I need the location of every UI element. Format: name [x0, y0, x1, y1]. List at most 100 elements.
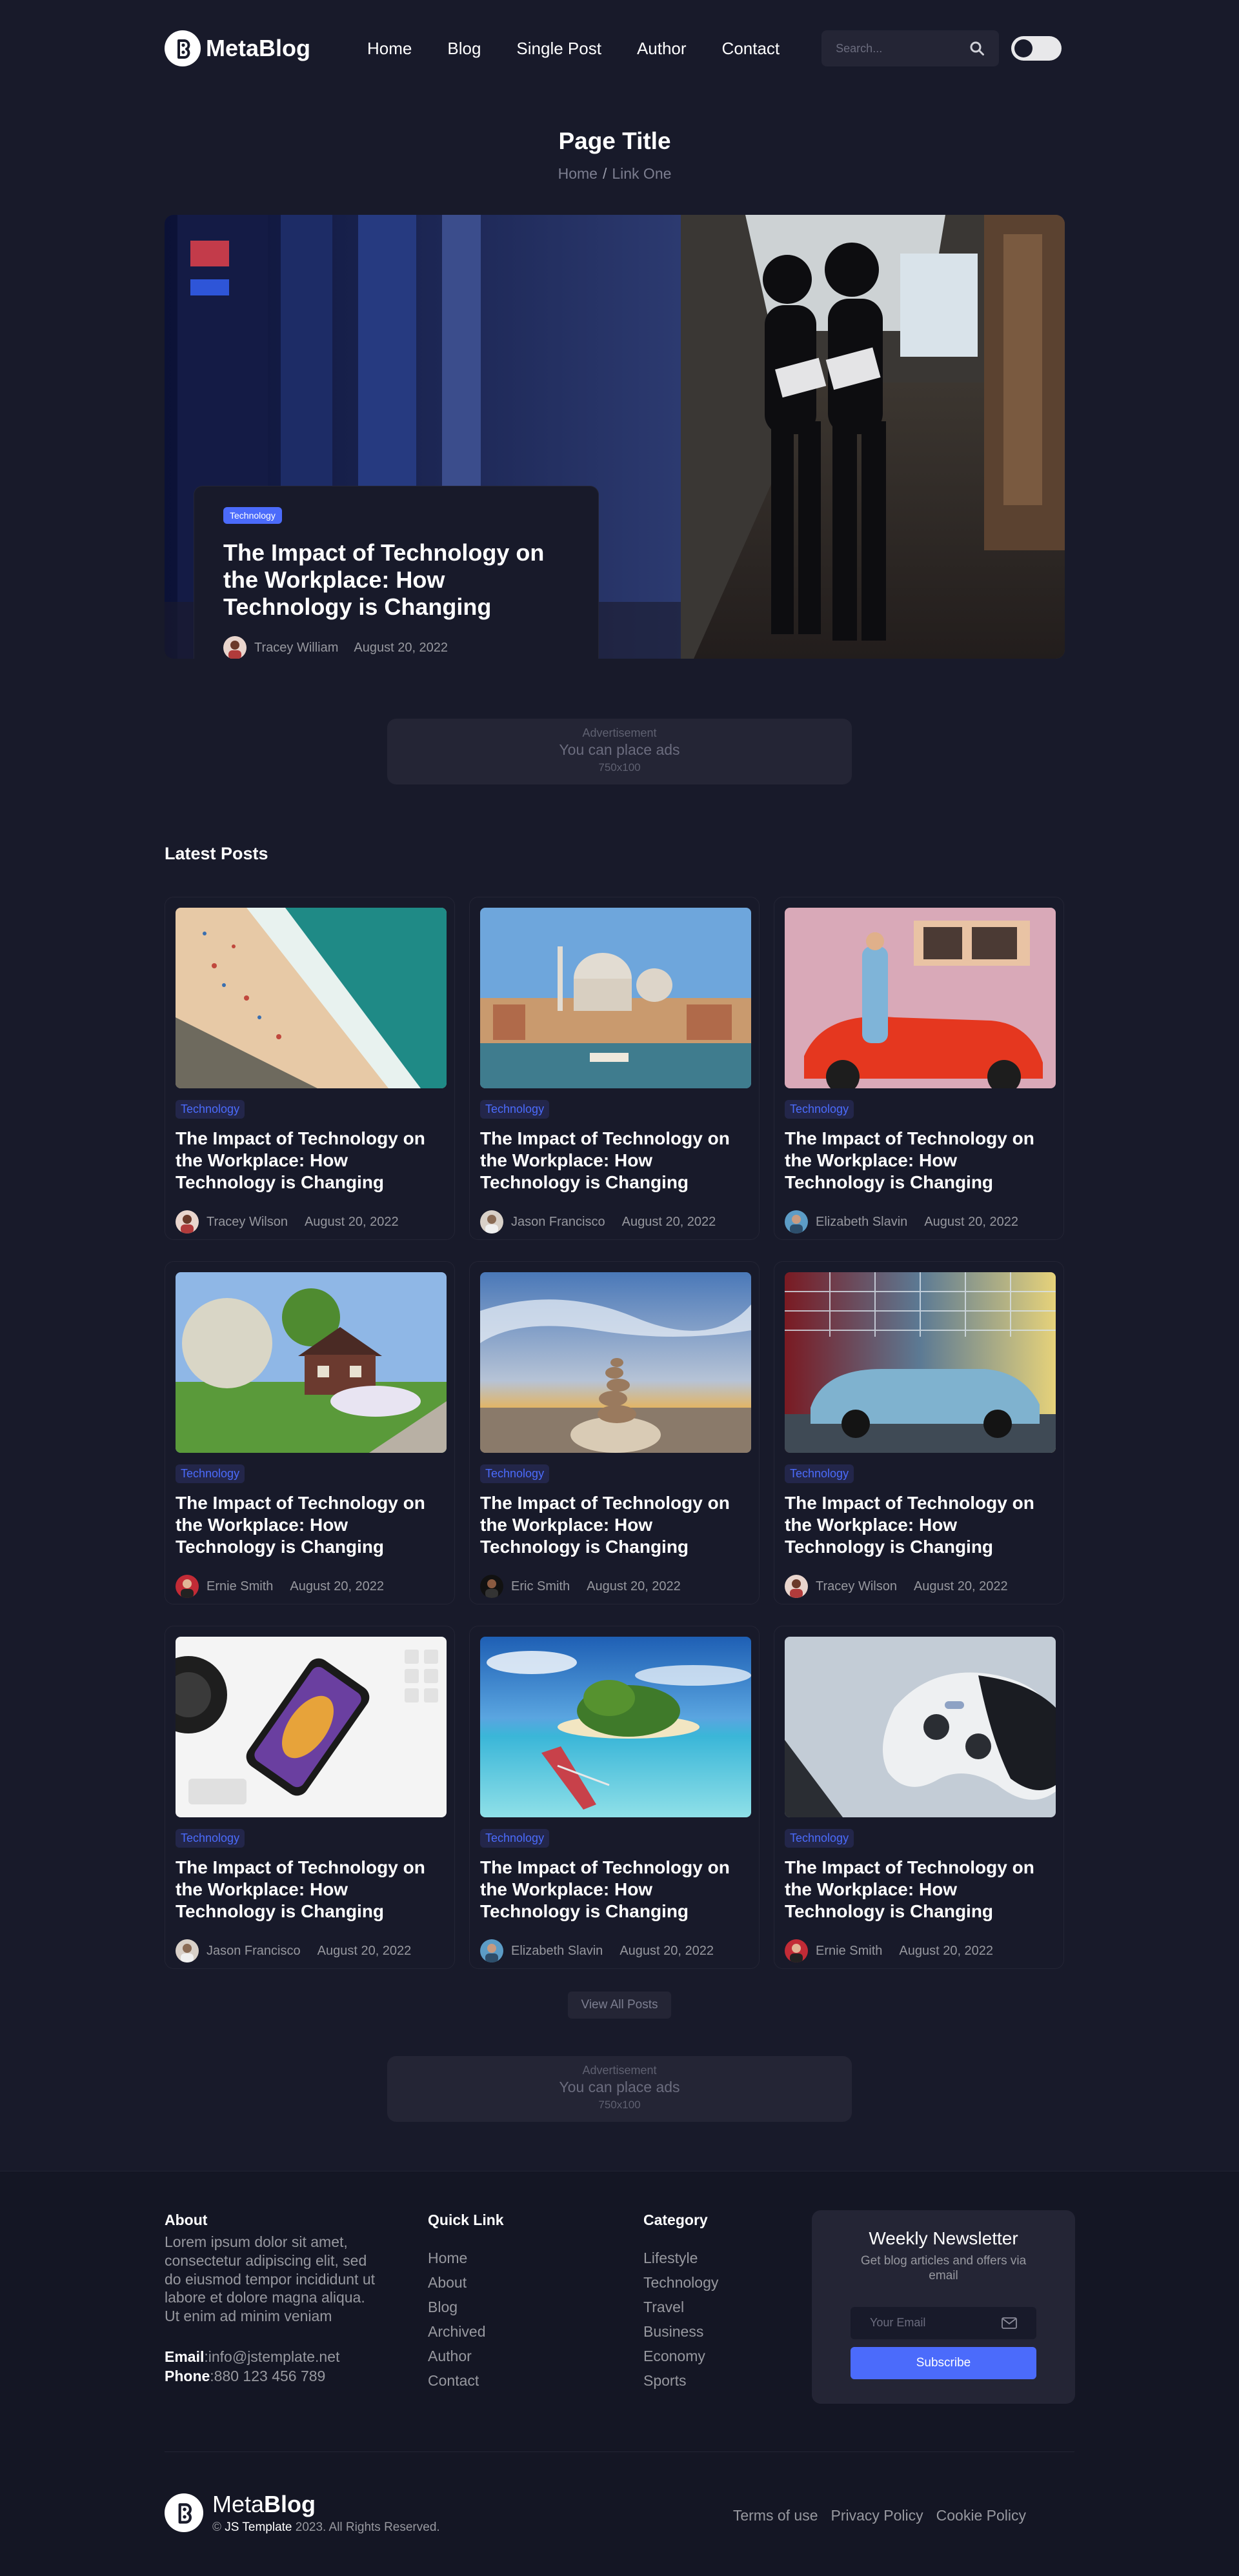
- newsletter-subtitle: Get blog articles and offers via email: [860, 2254, 1027, 2282]
- footer-category-lifestyle[interactable]: Lifestyle: [643, 2246, 718, 2270]
- post-card[interactable]: Technology The Impact of Technology on t…: [774, 897, 1064, 1240]
- footer-about: About Lorem ipsum dolor sit amet, consec…: [165, 2212, 384, 2386]
- email-placeholder: Your Email: [870, 2316, 926, 2330]
- footer-category-travel[interactable]: Travel: [643, 2295, 718, 2319]
- post-meta: Jason Francisco August 20, 2022: [480, 1210, 749, 1234]
- page-header: Page Title Home / Link One: [165, 128, 1065, 183]
- search-input[interactable]: Search...: [821, 30, 1000, 66]
- post-date: August 20, 2022: [587, 1579, 681, 1593]
- post-author[interactable]: Elizabeth Slavin: [511, 1944, 603, 1959]
- footer-link-home[interactable]: Home: [428, 2246, 504, 2270]
- post-meta: Eric Smith August 20, 2022: [480, 1575, 749, 1599]
- post-date: August 20, 2022: [290, 1579, 385, 1593]
- post-card[interactable]: Technology The Impact of Technology on t…: [165, 1626, 455, 1969]
- footer-link-contact[interactable]: Contact: [428, 2368, 504, 2393]
- post-title[interactable]: The Impact of Technology on the Workplac…: [176, 1128, 444, 1193]
- footer-category-sports[interactable]: Sports: [643, 2368, 718, 2393]
- nav-blog[interactable]: Blog: [447, 39, 481, 59]
- terms-link[interactable]: Terms of use: [733, 2507, 818, 2524]
- post-date: August 20, 2022: [899, 1943, 994, 1958]
- footer-category-economy[interactable]: Economy: [643, 2344, 718, 2368]
- post-category[interactable]: Technology: [480, 1464, 550, 1483]
- footer-email[interactable]: :info@jstemplate.net: [204, 2348, 339, 2365]
- nav-contact[interactable]: Contact: [722, 39, 780, 59]
- footer-category-technology[interactable]: Technology: [643, 2270, 718, 2295]
- post-author[interactable]: Jason Francisco: [511, 1215, 605, 1230]
- post-card[interactable]: Technology The Impact of Technology on t…: [774, 1261, 1064, 1604]
- post-title[interactable]: The Impact of Technology on the Workplac…: [480, 1492, 749, 1558]
- brand-logo[interactable]: MetaBlog: [165, 30, 310, 66]
- author-avatar: [223, 636, 247, 659]
- privacy-link[interactable]: Privacy Policy: [831, 2507, 923, 2524]
- post-image[interactable]: [176, 1637, 447, 1817]
- post-title[interactable]: The Impact of Technology on the Workplac…: [176, 1492, 444, 1558]
- post-image[interactable]: [480, 1637, 751, 1817]
- post-image[interactable]: [176, 1272, 447, 1453]
- post-category[interactable]: Technology: [480, 1829, 550, 1848]
- footer-phone[interactable]: :880 123 456 789: [210, 2368, 325, 2384]
- author-avatar: [480, 1210, 503, 1234]
- view-all-posts-button[interactable]: View All Posts: [568, 1992, 671, 2019]
- newsletter-email-input[interactable]: Your Email: [851, 2306, 1036, 2339]
- theme-toggle[interactable]: [1011, 36, 1062, 61]
- cookie-link[interactable]: Cookie Policy: [936, 2507, 1026, 2524]
- footer-quick-links: Quick Link Home About Blog Archived Auth…: [428, 2212, 504, 2393]
- footer-link-author[interactable]: Author: [428, 2344, 504, 2368]
- post-title[interactable]: The Impact of Technology on the Workplac…: [785, 1492, 1053, 1558]
- post-title[interactable]: The Impact of Technology on the Workplac…: [480, 1128, 749, 1193]
- footer-brand-name[interactable]: MetaBlog: [212, 2491, 440, 2518]
- post-category[interactable]: Technology: [176, 1100, 245, 1119]
- footer-link-blog[interactable]: Blog: [428, 2295, 504, 2319]
- breadcrumb-current[interactable]: Link One: [612, 165, 671, 182]
- post-author[interactable]: Ernie Smith: [816, 1944, 882, 1959]
- post-image[interactable]: [480, 1272, 751, 1453]
- breadcrumb-home[interactable]: Home: [558, 165, 598, 182]
- nav-home[interactable]: Home: [367, 39, 412, 59]
- post-title[interactable]: The Impact of Technology on the Workplac…: [480, 1857, 749, 1922]
- post-author[interactable]: Eric Smith: [511, 1579, 570, 1594]
- post-author[interactable]: Tracey Wilson: [816, 1579, 897, 1594]
- post-author[interactable]: Tracey Wilson: [206, 1215, 288, 1230]
- hero-title[interactable]: The Impact of Technology on the Workplac…: [223, 539, 569, 621]
- post-card[interactable]: Technology The Impact of Technology on t…: [165, 897, 455, 1240]
- post-category[interactable]: Technology: [785, 1464, 854, 1483]
- post-image[interactable]: [176, 908, 447, 1088]
- breadcrumb: Home / Link One: [165, 165, 1065, 183]
- nav-author[interactable]: Author: [637, 39, 687, 59]
- footer-link-archived[interactable]: Archived: [428, 2319, 504, 2344]
- post-card[interactable]: Technology The Impact of Technology on t…: [469, 897, 760, 1240]
- search-icon[interactable]: [969, 41, 985, 56]
- nav-single-post[interactable]: Single Post: [516, 39, 601, 59]
- post-category[interactable]: Technology: [176, 1829, 245, 1848]
- post-category[interactable]: Technology: [480, 1100, 550, 1119]
- post-author[interactable]: Ernie Smith: [206, 1579, 273, 1594]
- ad-banner-top[interactable]: Advertisement You can place ads 750x100: [387, 719, 852, 784]
- ad-banner-bottom[interactable]: Advertisement You can place ads 750x100: [387, 2056, 852, 2122]
- post-card[interactable]: Technology The Impact of Technology on t…: [469, 1261, 760, 1604]
- post-category[interactable]: Technology: [785, 1100, 854, 1119]
- hero-image[interactable]: Technology The Impact of Technology on t…: [165, 215, 1065, 659]
- subscribe-button[interactable]: Subscribe: [851, 2346, 1036, 2379]
- post-image[interactable]: [480, 908, 751, 1088]
- hero-category-badge[interactable]: Technology: [223, 507, 282, 524]
- post-author[interactable]: Jason Francisco: [206, 1944, 301, 1959]
- post-image[interactable]: [785, 1637, 1056, 1817]
- footer-link-about[interactable]: About: [428, 2270, 504, 2295]
- post-category[interactable]: Technology: [785, 1829, 854, 1848]
- hero-card[interactable]: Technology The Impact of Technology on t…: [194, 486, 599, 659]
- post-title[interactable]: The Impact of Technology on the Workplac…: [785, 1128, 1053, 1193]
- post-card[interactable]: Technology The Impact of Technology on t…: [469, 1626, 760, 1969]
- post-card[interactable]: Technology The Impact of Technology on t…: [165, 1261, 455, 1604]
- post-title[interactable]: The Impact of Technology on the Workplac…: [785, 1857, 1053, 1922]
- post-card[interactable]: Technology The Impact of Technology on t…: [774, 1626, 1064, 1969]
- newsletter-box: Weekly Newsletter Get blog articles and …: [812, 2210, 1075, 2404]
- latest-posts-heading: Latest Posts: [165, 844, 268, 863]
- post-image[interactable]: [785, 1272, 1056, 1453]
- hero-author[interactable]: Tracey William: [254, 641, 338, 655]
- post-meta: Elizabeth Slavin August 20, 2022: [785, 1210, 1053, 1234]
- post-category[interactable]: Technology: [176, 1464, 245, 1483]
- post-image[interactable]: [785, 908, 1056, 1088]
- post-author[interactable]: Elizabeth Slavin: [816, 1215, 907, 1230]
- footer-category-business[interactable]: Business: [643, 2319, 718, 2344]
- post-title[interactable]: The Impact of Technology on the Workplac…: [176, 1857, 444, 1922]
